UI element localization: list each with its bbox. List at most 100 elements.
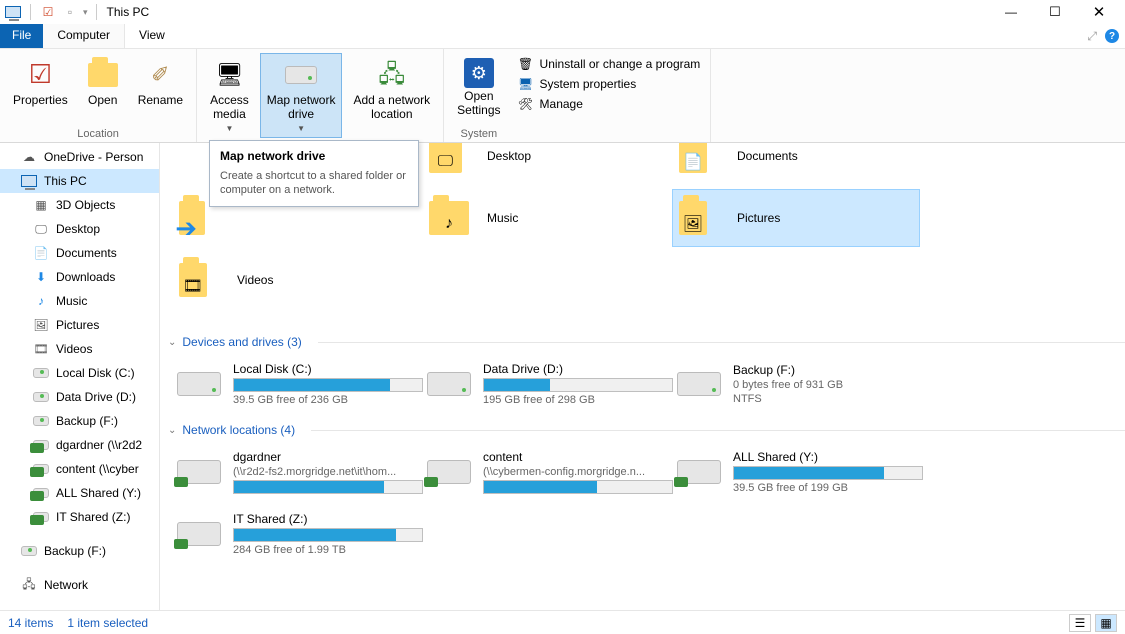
nav-item[interactable]: This PC <box>0 169 159 193</box>
tab-view[interactable]: View <box>125 24 179 48</box>
view-tiles-button[interactable]: ▦ <box>1095 614 1117 632</box>
nav-item-icon <box>32 364 50 382</box>
section-netloc-header[interactable]: ⌄ Network locations (4) <box>168 423 1125 437</box>
ribbon-group-system: ⚙ Open Settings System 🗑 Uninstall or ch… <box>444 49 711 142</box>
ribbon-collapse-icon[interactable]: ⤢ <box>1087 29 1097 44</box>
nav-item[interactable]: Data Drive (D:) <box>0 385 159 409</box>
nav-item[interactable]: 🎞 Videos <box>0 337 159 361</box>
nav-item[interactable]: ALL Shared (Y:) <box>0 481 159 505</box>
folder-tile[interactable]: 📄Documents <box>672 143 920 185</box>
nav-item[interactable]: content (\\cyber <box>0 457 159 481</box>
uninstall-program-button[interactable]: 🗑 Uninstall or change a program <box>514 55 705 73</box>
drive-tile[interactable]: Backup (F:)0 bytes free of 931 GBNTFS <box>668 355 916 413</box>
nav-item-icon <box>32 388 50 406</box>
open-button[interactable]: Open <box>79 53 127 126</box>
close-button[interactable]: ✕ <box>1077 0 1121 24</box>
nav-item-label: ALL Shared (Y:) <box>56 486 141 500</box>
nav-item-label: content (\\cyber <box>56 462 139 476</box>
add-network-location-button[interactable]: 🖧 Add a network location <box>346 53 437 138</box>
network-drive-icon <box>175 448 223 496</box>
nav-item-icon: 🎞 <box>32 340 50 358</box>
navigation-pane: ☁ OneDrive - Person This PC▦3D Objects🖵Des… <box>0 143 160 610</box>
nav-item-label: OneDrive - Person <box>44 150 143 164</box>
nav-item[interactable]: Local Disk (C:) <box>0 361 159 385</box>
nav-item[interactable]: ♪Music <box>0 289 159 313</box>
nav-item[interactable]: Backup (F:) <box>0 539 159 563</box>
status-bar: 14 items 1 item selected ☰ ▦ <box>0 610 1125 634</box>
system-properties-button[interactable]: 🖥 System properties <box>514 75 705 93</box>
nav-item[interactable]: Backup (F:) <box>0 409 159 433</box>
network-drive-tile[interactable]: dgardner(\\r2d2-fs2.morgridge.net\it\hom… <box>168 443 416 501</box>
open-icon <box>86 58 120 92</box>
nav-item-label: Backup (F:) <box>56 414 118 428</box>
help-icon[interactable]: ? <box>1105 29 1119 43</box>
manage-button[interactable]: 🛠 Manage <box>514 95 705 113</box>
view-details-button[interactable]: ☰ <box>1069 614 1091 632</box>
nav-item[interactable]: ▦3D Objects <box>0 193 159 217</box>
capacity-bar <box>733 466 923 480</box>
folder-icon: 🖼 <box>679 194 727 242</box>
minimize-button[interactable]: — <box>989 0 1033 24</box>
chevron-down-icon: ⌄ <box>168 337 176 348</box>
folder-label: Pictures <box>737 211 913 225</box>
nav-item[interactable]: ⬇Downloads <box>0 265 159 289</box>
drive-tile[interactable]: Data Drive (D:) 195 GB free of 298 GB <box>418 355 666 413</box>
network-drive-tile[interactable]: ALL Shared (Y:)39.5 GB free of 199 GB <box>668 443 916 501</box>
nav-item[interactable]: 🖼Pictures <box>0 313 159 337</box>
nav-item[interactable]: dgardner (\\r2d2 <box>0 433 159 457</box>
rename-button[interactable]: ✐ Rename <box>131 53 190 126</box>
nav-item-label: Data Drive (D:) <box>56 390 136 404</box>
chevron-down-icon: ▼ <box>225 124 233 133</box>
maximize-button[interactable]: ☐ <box>1033 0 1077 24</box>
nav-item-label: Backup (F:) <box>44 544 106 558</box>
nav-item-label: Network <box>44 578 88 592</box>
status-item-count: 14 items <box>8 616 53 630</box>
uninstall-icon: 🗑 <box>518 56 534 72</box>
qat-new-icon[interactable]: ▫ <box>61 3 79 21</box>
folder-icon: 📄 <box>679 143 727 180</box>
ribbon: ☑ Properties Open ✐ Rename Location 🖥 Ac… <box>0 49 1125 143</box>
tab-file[interactable]: File <box>0 24 43 48</box>
group-label-system: System <box>450 126 507 140</box>
section-devices-header[interactable]: ⌄ Devices and drives (3) <box>168 335 1125 349</box>
nav-item-icon: 📄 <box>32 244 50 262</box>
nav-item-icon <box>20 172 38 190</box>
nav-item-icon: ⬇ <box>32 268 50 286</box>
access-media-button[interactable]: 🖥 Access media ▼ <box>203 53 256 138</box>
folder-tile[interactable]: ♪Music <box>422 189 670 247</box>
nav-item[interactable]: IT Shared (Z:) <box>0 505 159 529</box>
network-drive-label: ALL Shared (Y:) <box>733 450 909 464</box>
tab-computer[interactable]: Computer <box>43 24 125 48</box>
drive-label: Data Drive (D:) <box>483 362 659 376</box>
network-drive-tile[interactable]: IT Shared (Z:)284 GB free of 1.99 TB <box>168 505 416 563</box>
folder-tile[interactable]: 🖼 Pictures <box>672 189 920 247</box>
nav-item[interactable]: 📄Documents <box>0 241 159 265</box>
nav-item-label: dgardner (\\r2d2 <box>56 438 142 452</box>
map-network-drive-button[interactable]: Map network drive ▼ <box>260 53 343 138</box>
qat-check-icon[interactable]: ☑ <box>39 3 57 21</box>
nav-item-label: Videos <box>56 342 92 356</box>
drive-sub: 0 bytes free of 931 GB <box>733 379 909 391</box>
folder-label: Music <box>487 211 663 225</box>
folder-icon: 🎞 <box>179 256 227 304</box>
drive-sub: 195 GB free of 298 GB <box>483 394 659 406</box>
network-drive-sub: 284 GB free of 1.99 TB <box>233 544 409 556</box>
chevron-down-icon: ▼ <box>297 124 305 133</box>
qat-dropdown-icon[interactable]: ▾ <box>83 7 88 18</box>
drive-tile[interactable]: Local Disk (C:)39.5 GB free of 236 GB <box>168 355 416 413</box>
gear-icon: ⚙ <box>464 58 494 88</box>
nav-item[interactable]: 🖵Desktop <box>0 217 159 241</box>
network-drive-icon <box>425 448 473 496</box>
folder-tile[interactable]: 🎞 Videos <box>172 251 420 309</box>
properties-button[interactable]: ☑ Properties <box>6 53 75 126</box>
ribbon-group-location: ☑ Properties Open ✐ Rename Location <box>0 49 197 142</box>
folder-label: Videos <box>237 273 413 287</box>
nav-item[interactable]: ☁ OneDrive - Person <box>0 145 159 169</box>
folder-tile[interactable]: 🖵Desktop <box>422 143 670 185</box>
network-drive-tile[interactable]: content(\\cybermen-config.morgridge.n... <box>418 443 666 501</box>
chevron-down-icon: ⌄ <box>168 425 176 436</box>
nav-item-icon <box>32 508 50 526</box>
nav-item[interactable]: 🖧Network <box>0 573 159 597</box>
open-settings-button[interactable]: ⚙ Open Settings <box>450 53 507 126</box>
nav-item-icon: ☁ <box>20 148 38 166</box>
